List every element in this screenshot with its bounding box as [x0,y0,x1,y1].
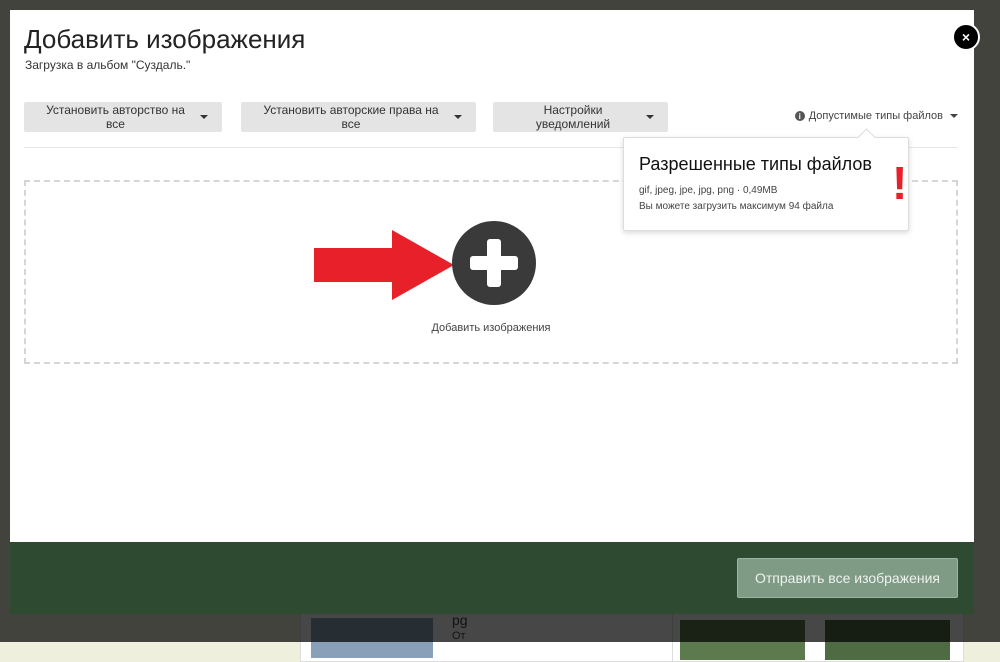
toolbar: Установить авторство на все Установить а… [24,102,958,132]
upload-limit-text: Вы можете загрузить максимум 94 файла [639,201,834,212]
exclamation-mark: ! [892,157,908,209]
allowed-filetypes-popover: Разрешенные типы файлов gif, jpeg, jpe, … [623,137,909,231]
notification-settings-button[interactable]: Настройки уведомлений [493,102,668,132]
modal-footer: Отправить все изображения [10,542,974,614]
caret-down-icon [646,115,654,119]
info-icon: i [794,111,805,121]
red-arrow-icon [314,230,454,300]
set-copyright-button[interactable]: Установить авторские права на все [241,102,476,132]
add-images-label: Добавить изображения [431,322,551,334]
allowed-filetypes-toggle[interactable]: i Допустимые типы файлов [794,110,958,122]
caret-down-icon [200,115,208,119]
close-modal-button[interactable]: × [952,23,980,51]
caret-down-icon [454,115,462,119]
submit-all-images-button[interactable]: Отправить все изображения [737,558,958,598]
set-copyright-label: Установить авторские права на все [263,103,439,131]
allowed-types-text: gif, jpeg, jpe, jpg, png · 0,49MB [639,185,778,196]
allowed-filetypes-label: Допустимые типы файлов [808,110,943,122]
set-authorship-button[interactable]: Установить авторство на все [24,102,222,132]
modal-title: Добавить изображения [24,24,306,54]
upload-modal: Добавить изображения Загрузка в альбом "… [10,10,980,614]
add-images-plus-icon[interactable] [452,221,536,305]
popover-title: Разрешенные типы файлов [639,154,872,174]
notification-settings-label: Настройки уведомлений [535,103,611,131]
modal-subtitle: Загрузка в альбом "Суздаль." [25,58,191,72]
caret-down-icon [950,114,958,118]
set-authorship-label: Установить авторство на все [46,103,185,131]
